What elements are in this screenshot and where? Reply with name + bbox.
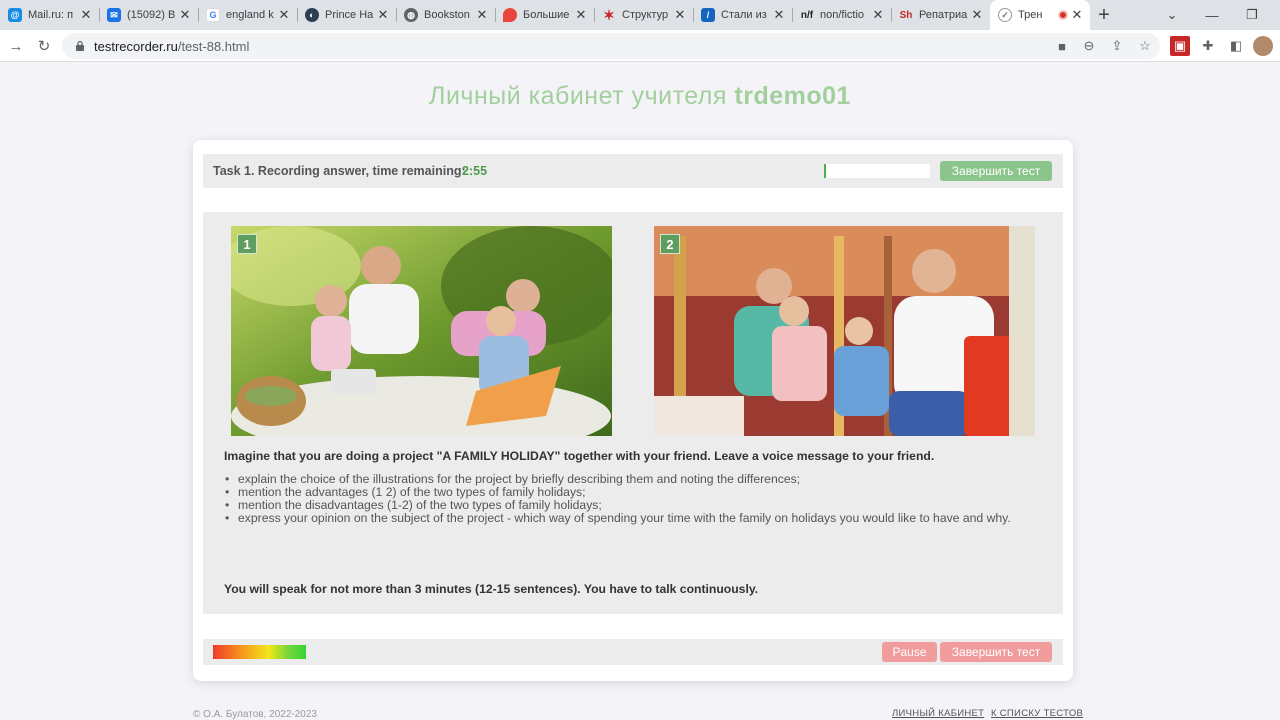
share-icon[interactable]: ⇪ (1107, 36, 1127, 56)
browser-tab[interactable]: G england k ✕ (198, 0, 297, 30)
browser-tab[interactable]: ◍ Bookston ✕ (396, 0, 495, 30)
pause-button[interactable]: Pause (882, 642, 937, 662)
url-host: testrecorder.ru (94, 38, 178, 54)
close-icon[interactable]: ✕ (574, 7, 588, 23)
close-icon[interactable]: ✕ (673, 7, 687, 23)
close-icon[interactable]: ✕ (871, 7, 885, 23)
tab-search-chevron-icon[interactable]: ⌄ (1152, 0, 1192, 30)
slash-logo-icon: / (701, 8, 715, 22)
recording-indicator-icon (1058, 10, 1068, 20)
restore-button[interactable]: ❐ (1232, 0, 1272, 30)
new-tab-button[interactable]: + (1090, 0, 1118, 30)
camera-icon[interactable]: ■ (1052, 36, 1072, 56)
url-path: /test-88.html (177, 38, 250, 54)
copyright: © О.А. Булатов, 2022-2023 (193, 709, 317, 720)
url-text: testrecorder.ru/test-88.html (94, 39, 249, 54)
close-icon[interactable]: ✕ (178, 7, 192, 23)
tab-title: Трен (1018, 9, 1043, 21)
side-panel-icon[interactable]: ◧ (1226, 36, 1246, 56)
illustration-number: 1 (237, 234, 257, 254)
testrecorder-icon: ✓ (998, 8, 1012, 22)
close-icon[interactable]: ✕ (376, 7, 390, 23)
finish-test-button-top[interactable]: Завершить тест (940, 161, 1052, 181)
globe-icon: ◍ (404, 8, 418, 22)
page-title-user: trdemo01 (734, 82, 851, 110)
browser-tab[interactable]: n/f non/fictio ✕ (792, 0, 891, 30)
test-card: Task 1. Recording answer, time remaining… (193, 140, 1073, 681)
browser-tab[interactable]: ✉ (15092) В ✕ (99, 0, 198, 30)
close-icon[interactable]: ✕ (277, 7, 291, 23)
close-icon[interactable]: ✕ (79, 7, 93, 23)
browser-tab[interactable]: Sh Репатриа ✕ (891, 0, 990, 30)
mailru-icon: @ (8, 8, 22, 22)
tab-title: Репатриа (919, 9, 968, 21)
browser-tab-strip: @ Mail.ru: п ✕ ✉ (15092) В ✕ G england k… (0, 0, 1280, 30)
task-panel: 1 2 Imagine that you are doing a project… (203, 212, 1063, 614)
tab-title: non/fictio (820, 9, 865, 21)
close-icon[interactable]: ✕ (772, 7, 786, 23)
tab-title: Prince Ha (325, 9, 374, 21)
star-logo-icon: ✶ (603, 6, 615, 23)
illustration-1: 1 (231, 226, 612, 436)
extension-icon[interactable]: ▣ (1170, 36, 1190, 56)
recording-status-label: Task 1. Recording answer, time remaining… (213, 164, 466, 178)
recording-controls-bar: Pause Завершить тест (203, 639, 1063, 665)
task-bullet-list: explain the choice of the illustrations … (225, 473, 1011, 526)
avatar[interactable] (1253, 36, 1273, 56)
illustration-number: 2 (660, 234, 680, 254)
tab-title: Большие (523, 9, 570, 21)
audio-level-meter (213, 645, 306, 659)
tab-title: Mail.ru: п (28, 9, 74, 21)
link-personal-cabinet[interactable]: ЛИЧНЫЙ КАБИНЕТ (892, 708, 984, 719)
time-progress-bar (824, 164, 930, 178)
link-test-list[interactable]: К СПИСКУ ТЕСТОВ (991, 708, 1083, 719)
page-title: Личный кабинет учителя trdemo01 (0, 82, 1280, 111)
address-bar[interactable]: testrecorder.ru/test-88.html (62, 33, 1160, 59)
puzzle-icon[interactable]: ✚ (1198, 36, 1218, 56)
tab-title: Стали из (721, 9, 767, 21)
close-icon[interactable]: ✕ (1070, 7, 1084, 23)
tab-title: (15092) В (127, 9, 176, 21)
tab-title: england k (226, 9, 274, 21)
browser-tab-active[interactable]: ✓ Трен ✕ (990, 0, 1090, 30)
browser-tab[interactable]: ◐ Prince Ha ✕ (297, 0, 396, 30)
minimize-button[interactable]: — (1192, 0, 1232, 30)
site-icon: ◐ (305, 8, 319, 22)
browser-toolbar: → ↻ testrecorder.ru/test-88.html ■ ⊖ ⇪ ☆… (0, 30, 1280, 62)
close-icon[interactable]: ✕ (970, 7, 984, 23)
lock-icon (76, 40, 84, 51)
google-icon: G (206, 8, 220, 22)
task-bullet: express your opinion on the subject of t… (225, 512, 1011, 526)
forward-arrow-icon[interactable]: → (4, 34, 28, 58)
tab-title: Структур (622, 9, 669, 21)
recording-status-bar: Task 1. Recording answer, time remaining… (203, 154, 1063, 188)
family-carousel-image (654, 226, 1035, 436)
family-picnic-image (231, 226, 612, 436)
illustration-2: 2 (654, 226, 1035, 436)
browser-tab[interactable]: ✶ Структур ✕ (594, 0, 693, 30)
finish-test-button-bottom[interactable]: Завершить тест (940, 642, 1052, 662)
tab-title: Bookston (424, 9, 470, 21)
map-pin-icon (503, 8, 517, 22)
browser-tab[interactable]: / Стали из ✕ (693, 0, 792, 30)
page-title-prefix: Личный кабинет учителя (429, 82, 727, 110)
zoom-icon[interactable]: ⊖ (1079, 36, 1099, 56)
task-footnote: You will speak for not more than 3 minut… (224, 582, 759, 596)
close-icon[interactable]: ✕ (475, 7, 489, 23)
task-instruction: Imagine that you are doing a project "A … (224, 449, 935, 463)
nf-logo-icon: n/f (800, 9, 814, 21)
mail-icon: ✉ (107, 8, 121, 22)
bookmark-star-icon[interactable]: ☆ (1135, 36, 1155, 56)
time-remaining: 2:55 (462, 164, 488, 178)
reload-icon[interactable]: ↻ (32, 34, 56, 58)
sh-logo-icon: Sh (899, 9, 913, 21)
browser-tab[interactable]: Большие ✕ (495, 0, 594, 30)
browser-tab[interactable]: @ Mail.ru: п ✕ (0, 0, 99, 30)
